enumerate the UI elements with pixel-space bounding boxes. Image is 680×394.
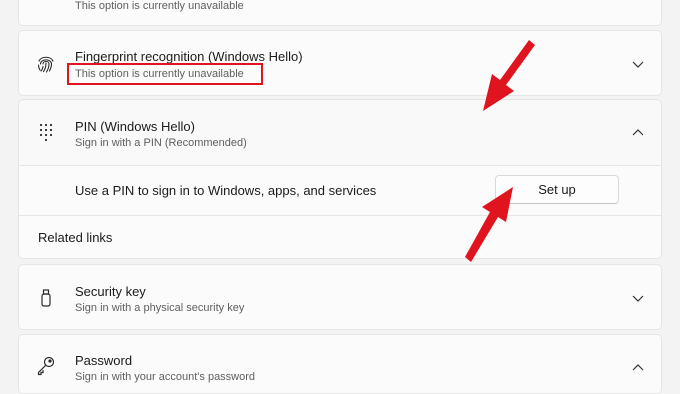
pin-subtitle: Sign in with a PIN (Recommended) bbox=[75, 137, 247, 149]
chevron-down-icon[interactable] bbox=[631, 57, 645, 71]
chevron-up-icon[interactable] bbox=[631, 126, 645, 140]
password-title: Password bbox=[75, 353, 133, 368]
pin-title: PIN (Windows Hello) bbox=[75, 119, 195, 134]
top-option-subtitle: This option is currently unavailable bbox=[75, 0, 244, 12]
usb-key-icon bbox=[35, 287, 57, 309]
related-links-row bbox=[19, 216, 661, 259]
security-key-title: Security key bbox=[75, 284, 146, 299]
chevron-up-icon[interactable] bbox=[631, 361, 645, 375]
password-subtitle: Sign in with your account's password bbox=[75, 371, 256, 383]
pin-description: Use a PIN to sign in to Windows, apps, a… bbox=[75, 183, 377, 198]
keypad-icon bbox=[35, 121, 57, 143]
fingerprint-title: Fingerprint recognition (Windows Hello) bbox=[75, 49, 303, 64]
security-key-subtitle: Sign in with a physical security key bbox=[75, 302, 245, 314]
set-up-button[interactable]: Set up bbox=[495, 175, 619, 204]
security-key-option-card[interactable]: Security key Sign in with a physical sec… bbox=[18, 264, 662, 330]
password-option-card[interactable]: Password Sign in with your account's pas… bbox=[18, 334, 662, 394]
key-icon bbox=[35, 355, 57, 377]
top-option-card[interactable]: This option is currently unavailable bbox=[18, 0, 662, 26]
chevron-down-icon[interactable] bbox=[631, 291, 645, 305]
unavailable-highlight-box bbox=[67, 63, 263, 85]
pin-header[interactable]: PIN (Windows Hello) Sign in with a PIN (… bbox=[19, 100, 661, 166]
fingerprint-icon bbox=[35, 53, 57, 75]
related-links-label: Related links bbox=[38, 230, 113, 245]
